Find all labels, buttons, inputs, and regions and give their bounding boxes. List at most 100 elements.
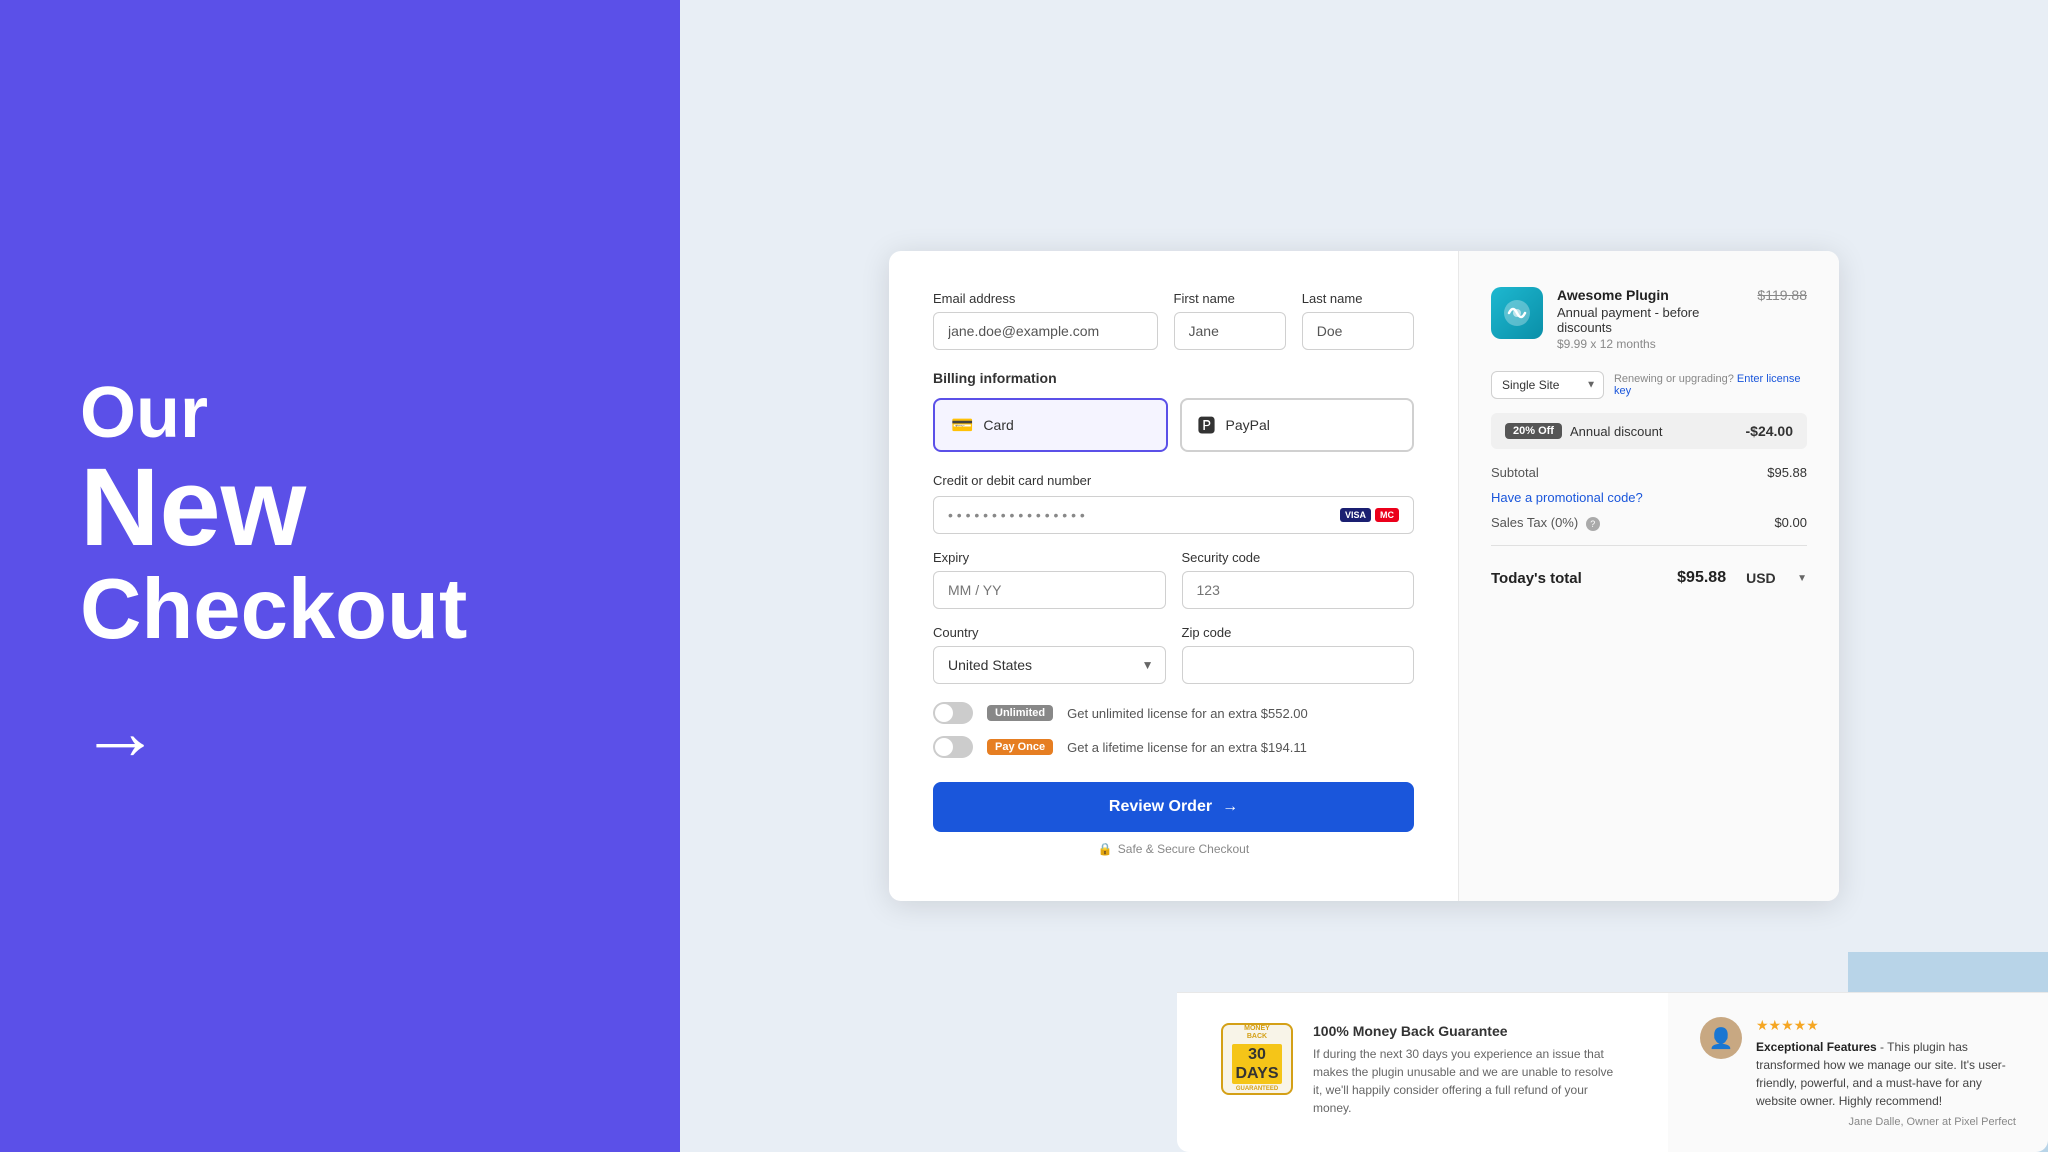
zip-input[interactable] (1182, 646, 1415, 684)
review-stars: ★★★★★ (1756, 1017, 2016, 1034)
review-section: 👤 ★★★★★ Exceptional Features - This plug… (1668, 992, 2048, 1152)
expiry-security-row: Expiry Security code (933, 550, 1414, 609)
product-info: Awesome Plugin Annual payment - before d… (1557, 287, 1743, 351)
zip-label: Zip code (1182, 625, 1415, 640)
unlimited-toggle[interactable] (933, 702, 973, 724)
product-icon (1491, 287, 1543, 339)
payonce-toggle-row: Pay Once Get a lifetime license for an e… (933, 736, 1414, 758)
tax-help-icon[interactable]: ? (1586, 517, 1600, 531)
hero-text: Our New Checkout → (80, 374, 600, 779)
total-amount: $95.88 USD EUR GBP ▼ (1677, 560, 1807, 596)
security-label: Security code (1182, 550, 1415, 565)
firstname-group: First name (1174, 291, 1286, 350)
country-zip-row: Country United States Canada United King… (933, 625, 1414, 684)
product-plan: Annual payment - before discounts (1557, 305, 1743, 335)
currency-select[interactable]: USD EUR GBP (1732, 560, 1791, 596)
country-select-wrap: United States Canada United Kingdom Aust… (933, 646, 1166, 684)
badge-back: BACK (1247, 1033, 1267, 1041)
money-back-desc: If during the next 30 days you experienc… (1313, 1045, 1624, 1117)
form-section: Email address First name Last name Billi… (889, 251, 1459, 901)
discount-badge: 20% Off (1505, 423, 1562, 439)
total-row: Today's total $95.88 USD EUR GBP ▼ (1491, 545, 1807, 596)
expiry-label: Expiry (933, 550, 1166, 565)
product-price-per: $9.99 x 12 months (1557, 337, 1743, 351)
license-row: Single Site 3 Sites 5 Sites Unlimited Si… (1491, 371, 1807, 399)
review-btn-arrow: → (1222, 798, 1238, 816)
card-dots: • • • • • • • • • • • • • • • • (948, 507, 1085, 523)
review-btn-label: Review Order (1109, 798, 1212, 816)
contact-fields-row: Email address First name Last name (933, 291, 1414, 350)
currency-arrow: ▼ (1797, 573, 1807, 584)
email-group: Email address (933, 291, 1158, 350)
checkout-card: Email address First name Last name Billi… (889, 251, 1839, 901)
hero-line2: New (80, 453, 600, 563)
money-back-text: 100% Money Back Guarantee If during the … (1313, 1023, 1624, 1117)
expiry-input[interactable] (933, 571, 1166, 609)
firstname-input[interactable] (1174, 312, 1286, 350)
paypal-tab[interactable]: 🅿 PayPal (1180, 398, 1415, 452)
hero-panel: Our New Checkout → (0, 0, 680, 1152)
order-summary: Awesome Plugin Annual payment - before d… (1459, 251, 1839, 901)
subtotal-value: $95.88 (1767, 465, 1807, 480)
review-text: Exceptional Features - This plugin has t… (1756, 1038, 2016, 1110)
email-input[interactable] (933, 312, 1158, 350)
lastname-input[interactable] (1302, 312, 1414, 350)
money-back-badge: MONEY BACK 30DAYS GUARANTEED (1221, 1023, 1293, 1095)
review-content: ★★★★★ Exceptional Features - This plugin… (1756, 1017, 2016, 1128)
unlimited-desc: Get unlimited license for an extra $552.… (1067, 706, 1308, 721)
security-input[interactable] (1182, 571, 1415, 609)
card-number-label: Credit or debit card number (933, 473, 1091, 488)
license-select-wrap: Single Site 3 Sites 5 Sites Unlimited Si… (1491, 371, 1604, 399)
lock-icon: 🔒 (1098, 842, 1113, 856)
lastname-group: Last name (1302, 291, 1414, 350)
card-tab[interactable]: 💳 Card (933, 398, 1168, 452)
discount-row: 20% Off Annual discount -$24.00 (1491, 413, 1807, 449)
country-select[interactable]: United States Canada United Kingdom Aust… (933, 646, 1166, 684)
badge-top: MONEY (1244, 1025, 1270, 1033)
payonce-toggle[interactable] (933, 736, 973, 758)
license-select[interactable]: Single Site 3 Sites 5 Sites Unlimited Si… (1491, 371, 1604, 399)
discount-amount: -$24.00 (1746, 423, 1793, 439)
total-label: Today's total (1491, 570, 1582, 587)
tax-value: $0.00 (1774, 515, 1807, 531)
total-value: $95.88 (1677, 569, 1726, 587)
lastname-label: Last name (1302, 291, 1414, 306)
hero-arrow: → (80, 686, 600, 778)
expiry-group: Expiry (933, 550, 1166, 609)
right-panel: Email address First name Last name Billi… (680, 0, 2048, 1152)
renew-link-text: Renewing or upgrading? Enter license key (1614, 373, 1807, 397)
payonce-desc: Get a lifetime license for an extra $194… (1067, 740, 1307, 755)
card-number-field[interactable]: • • • • • • • • • • • • • • • • VISA MC (933, 496, 1414, 534)
unlimited-badge: Unlimited (987, 705, 1053, 721)
billing-info-label: Billing information (933, 370, 1414, 386)
review-order-button[interactable]: Review Order → (933, 782, 1414, 832)
product-name: Awesome Plugin (1557, 287, 1743, 303)
card-icons: VISA MC (1340, 508, 1399, 522)
country-group: Country United States Canada United King… (933, 625, 1166, 684)
discount-label: Annual discount (1570, 424, 1663, 439)
tax-row: Sales Tax (0%) ? $0.00 (1491, 515, 1807, 531)
paypal-tab-label: PayPal (1226, 417, 1270, 433)
reviewer-avatar: 👤 (1700, 1017, 1742, 1059)
payment-methods: 💳 Card 🅿 PayPal (933, 398, 1414, 452)
firstname-label: First name (1174, 291, 1286, 306)
mastercard-icon: MC (1375, 508, 1399, 522)
toggle-options: Unlimited Get unlimited license for an e… (933, 702, 1414, 758)
visa-icon: VISA (1340, 508, 1371, 522)
promo-code-link[interactable]: Have a promotional code? (1491, 490, 1807, 505)
money-back-section: MONEY BACK 30DAYS GUARANTEED 100% Money … (1177, 992, 1668, 1152)
secure-checkout: 🔒 Safe & Secure Checkout (933, 842, 1414, 856)
country-label: Country (933, 625, 1166, 640)
hero-line3: Checkout (80, 563, 600, 657)
card-tab-icon: 💳 (951, 415, 973, 436)
product-original-price: $119.88 (1757, 287, 1807, 303)
bottom-strip: MONEY BACK 30DAYS GUARANTEED 100% Money … (1177, 992, 2048, 1152)
card-fields: Credit or debit card number • • • • • • … (933, 472, 1414, 609)
product-row: Awesome Plugin Annual payment - before d… (1491, 287, 1807, 351)
badge-bottom: GUARANTEED (1236, 1086, 1278, 1093)
reviewer-name: Jane Dalle, Owner at Pixel Perfect (1756, 1116, 2016, 1128)
subtotal-row: Subtotal $95.88 (1491, 465, 1807, 480)
secure-text: Safe & Secure Checkout (1118, 842, 1249, 856)
paypal-tab-icon: 🅿 (1198, 412, 1216, 438)
payonce-badge: Pay Once (987, 739, 1053, 755)
